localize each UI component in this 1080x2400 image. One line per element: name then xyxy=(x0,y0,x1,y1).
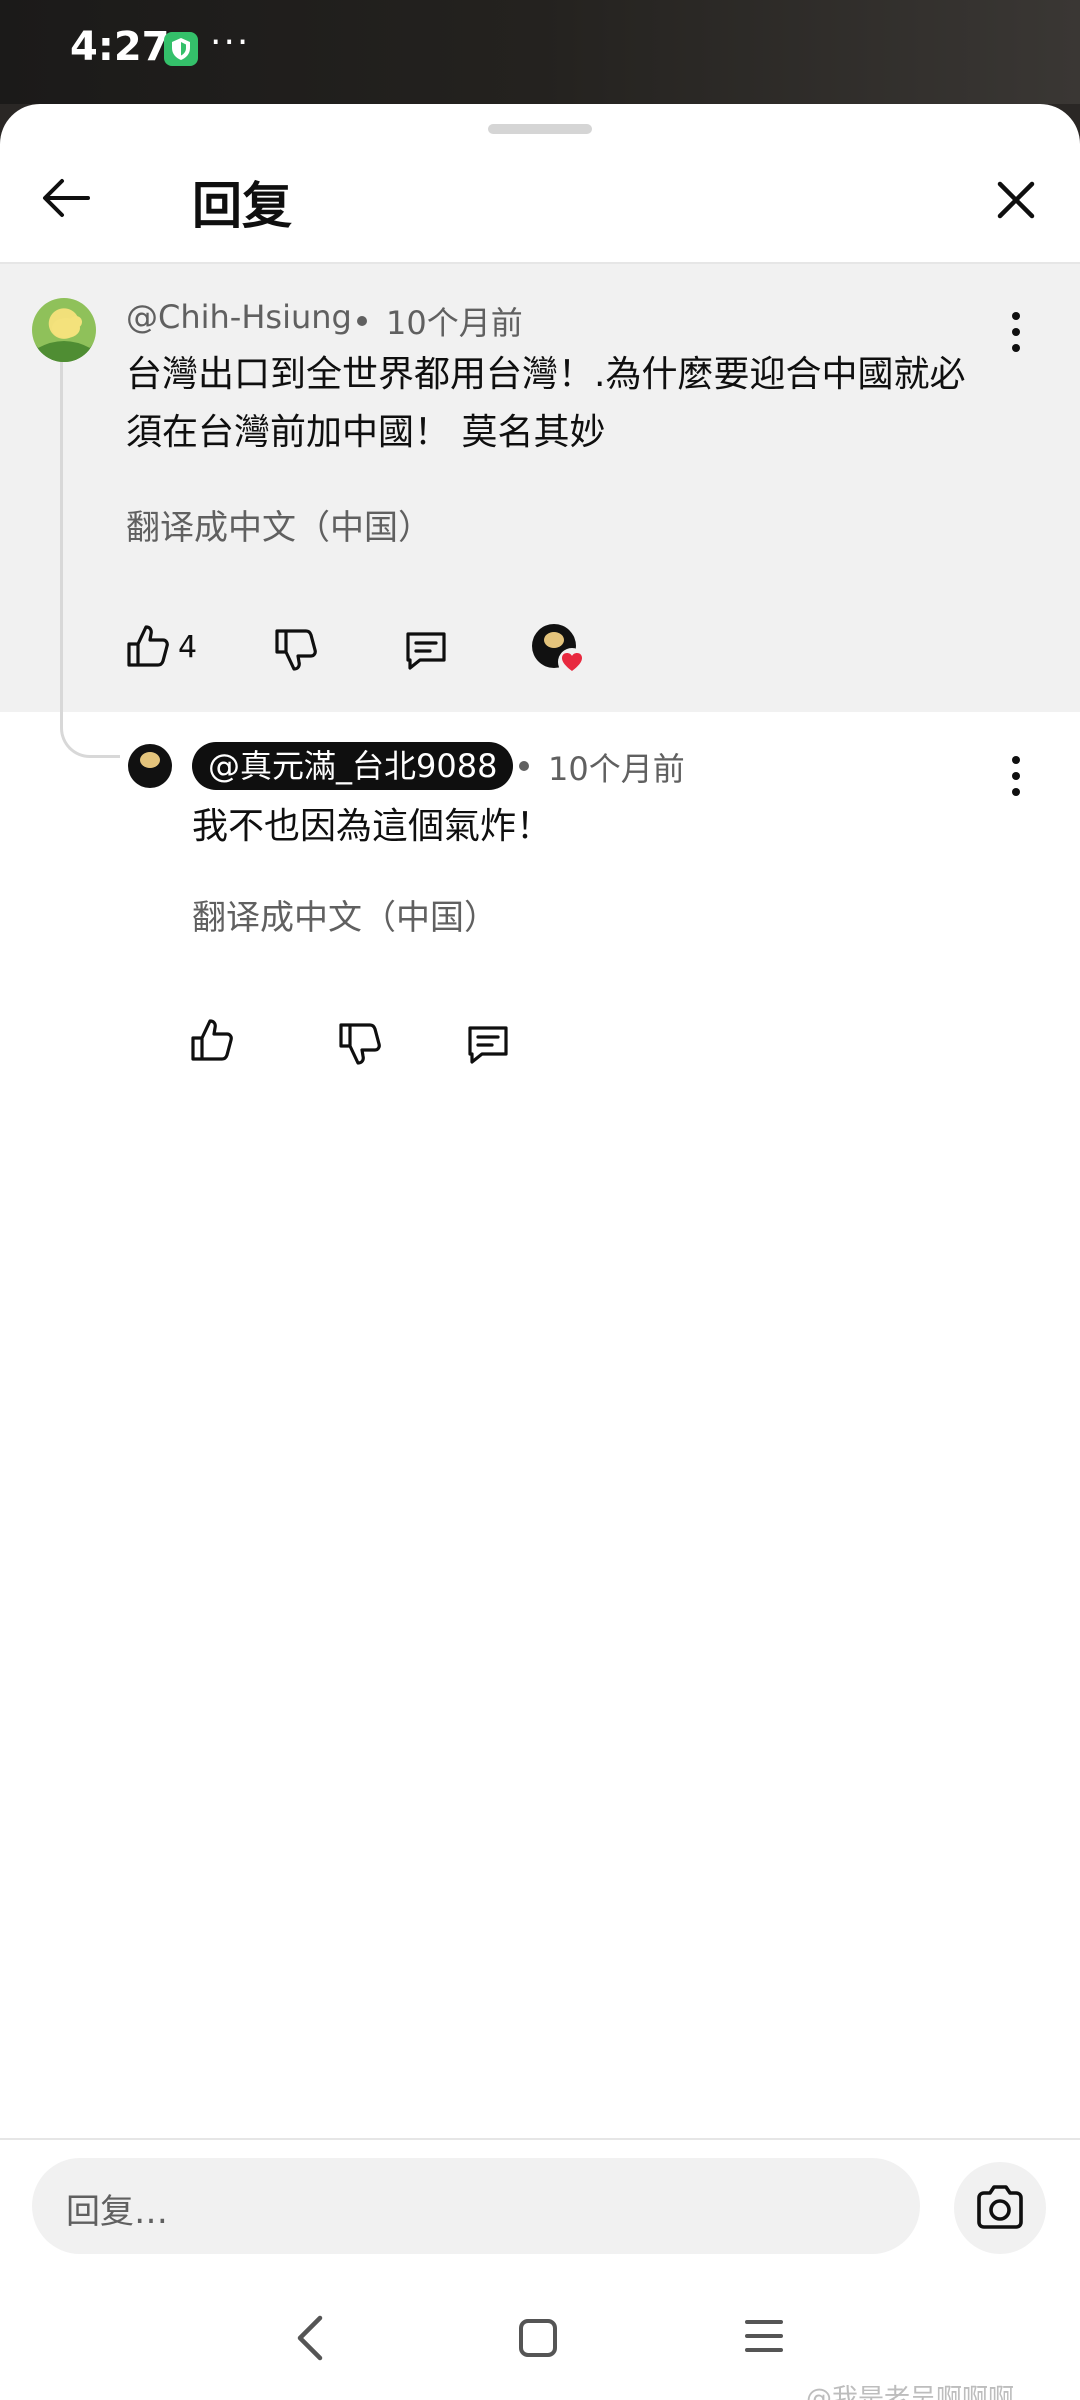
drag-handle[interactable] xyxy=(488,124,592,134)
like-count: 4 xyxy=(178,630,198,665)
reply-text: 我不也因為這個氣炸！ xyxy=(192,806,553,847)
translate-link[interactable]: 翻译成中文（中国） xyxy=(192,890,498,939)
reply-icon[interactable] xyxy=(464,1020,512,1068)
comment-text-line: 台灣出口到全世界都用台灣！.為什麼要迎合中國就必 xyxy=(126,354,966,395)
composer-divider xyxy=(0,2138,1080,2140)
thumbs-down-icon[interactable] xyxy=(272,626,320,674)
comment-author[interactable]: @Chih-Hsiung xyxy=(126,298,352,336)
separator-dot xyxy=(519,761,529,771)
thread-connector xyxy=(60,362,120,758)
more-vert-icon[interactable] xyxy=(996,748,1036,804)
reply-input-placeholder: 回复… xyxy=(66,2192,168,2232)
shield-icon xyxy=(164,32,198,66)
nav-back-icon[interactable] xyxy=(290,2312,330,2364)
avatar[interactable] xyxy=(128,744,172,788)
thumbs-down-icon[interactable] xyxy=(336,1020,384,1068)
comment-time: 10个月前 xyxy=(386,304,523,342)
nav-recents-icon[interactable] xyxy=(744,2316,784,2356)
camera-icon[interactable] xyxy=(954,2162,1046,2254)
reply-time: 10个月前 xyxy=(548,750,685,788)
thumbs-up-icon[interactable] xyxy=(188,1016,236,1064)
sheet-title: 回复 xyxy=(192,177,292,235)
status-bar: 4:27 ··· xyxy=(0,0,1080,104)
comment-text: 台灣出口到全世界都用台灣！.為什麼要迎合中國就必 須在台灣前加中國！ 莫名其妙 xyxy=(126,346,1026,462)
replies-sheet: 回复 @Chih-Hsiung 10个月前 台灣出口到全世界都用台灣！.為什麼要… xyxy=(0,104,1080,2400)
watermark: @我是老吴啊啊啊 xyxy=(806,2384,1015,2400)
reply-author[interactable]: @真元滿_台北9088 xyxy=(192,742,514,790)
separator-dot xyxy=(357,316,367,326)
nav-home-icon[interactable] xyxy=(518,2318,558,2358)
status-time: 4:27 xyxy=(70,24,170,70)
translate-link[interactable]: 翻译成中文（中国） xyxy=(126,500,432,549)
comment-text-line: 須在台灣前加中國！ 莫名其妙 xyxy=(126,412,606,453)
reply-input[interactable]: 回复… xyxy=(32,2158,920,2254)
thumbs-up-icon[interactable] xyxy=(124,622,172,670)
creator-heart-icon xyxy=(532,624,588,680)
avatar[interactable] xyxy=(32,298,96,362)
status-overflow: ··· xyxy=(210,22,251,63)
reply-icon[interactable] xyxy=(402,626,450,674)
arrow-left-icon[interactable] xyxy=(36,168,96,228)
close-icon[interactable] xyxy=(988,172,1044,228)
